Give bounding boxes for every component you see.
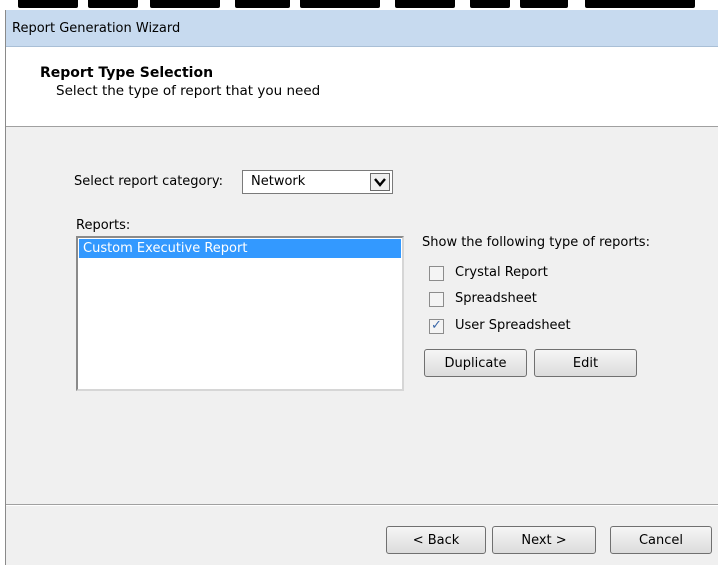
category-selected-value: Network <box>251 174 306 189</box>
checkbox-label: Spreadsheet <box>455 291 537 306</box>
footer-divider <box>6 504 718 506</box>
checkmark-icon: ✓ <box>431 318 442 333</box>
duplicate-button[interactable]: Duplicate <box>424 349 527 377</box>
checkbox-label: User Spreadsheet <box>455 318 571 333</box>
category-select[interactable]: Network <box>242 170 393 194</box>
cancel-button[interactable]: Cancel <box>610 526 712 554</box>
next-button[interactable]: Next > <box>492 526 596 554</box>
checkbox-box[interactable] <box>429 266 444 281</box>
category-label: Select report category: <box>74 174 223 189</box>
back-button[interactable]: < Back <box>386 526 486 554</box>
reports-list[interactable]: Custom Executive Report <box>76 236 404 391</box>
checkbox-box[interactable]: ✓ <box>429 318 444 334</box>
window-title: Report Generation Wizard <box>12 21 181 36</box>
checkbox-box[interactable] <box>429 292 444 307</box>
title-bar: Report Generation Wizard <box>6 10 718 47</box>
page-title: Report Type Selection <box>40 65 214 81</box>
edit-button[interactable]: Edit <box>534 349 637 377</box>
wizard-window: Report Generation Wizard Report Type Sel… <box>5 10 718 565</box>
list-item[interactable]: Custom Executive Report <box>79 239 401 258</box>
reports-label: Reports: <box>76 218 131 233</box>
chevron-down-icon[interactable] <box>370 173 390 191</box>
checkbox-label: Crystal Report <box>455 265 548 280</box>
list-item-label: Custom Executive Report <box>83 241 248 256</box>
wizard-content: Select report category: Network Reports:… <box>6 128 718 504</box>
page-subtitle: Select the type of report that you need <box>56 83 321 99</box>
report-types-label: Show the following type of reports: <box>422 235 650 250</box>
wizard-header: Report Type Selection Select the type of… <box>6 47 718 127</box>
background-caption-fragment <box>0 0 718 10</box>
